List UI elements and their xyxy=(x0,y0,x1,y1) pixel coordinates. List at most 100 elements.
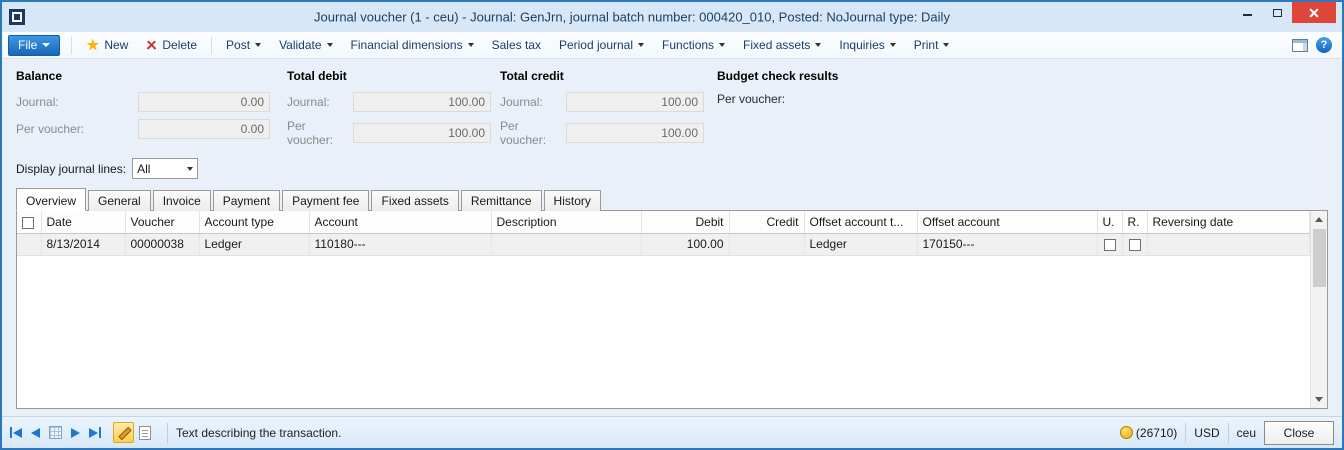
debit-journal-label: Journal: xyxy=(287,95,353,109)
help-button[interactable] xyxy=(1316,37,1332,53)
credit-per-voucher-field: 100.00 xyxy=(566,123,704,143)
cell-voucher[interactable]: 00000038 xyxy=(125,233,199,255)
scrollbar-thumb[interactable] xyxy=(1313,229,1326,287)
period-journal-label: Period journal xyxy=(559,38,633,52)
functions-menu[interactable]: Functions xyxy=(653,34,734,56)
table-row[interactable]: 8/13/2014 00000038 Ledger 110180--- 100.… xyxy=(17,233,1310,255)
window-layout-icon xyxy=(1292,39,1308,52)
tab-strip: Overview General Invoice Payment Payment… xyxy=(16,188,1328,210)
column-header-offset-account-type[interactable]: Offset account t... xyxy=(804,211,917,233)
chevron-down-icon xyxy=(890,43,896,47)
scroll-up-button[interactable] xyxy=(1311,211,1328,228)
sales-tax-label: Sales tax xyxy=(492,38,541,52)
financial-dimensions-menu[interactable]: Financial dimensions xyxy=(342,34,483,56)
column-header-debit[interactable]: Debit xyxy=(641,211,729,233)
cell-offset-account[interactable]: 170150--- xyxy=(917,233,1097,255)
grid-header-row: Date Voucher Account type Account Descri… xyxy=(17,211,1310,233)
r-checkbox[interactable] xyxy=(1129,239,1141,251)
new-button[interactable]: New xyxy=(77,34,137,56)
edit-mode-toggle[interactable] xyxy=(113,422,134,443)
fixed-assets-menu[interactable]: Fixed assets xyxy=(734,34,830,56)
next-record-button[interactable] xyxy=(71,428,80,438)
period-journal-menu[interactable]: Period journal xyxy=(550,34,653,56)
arrow-right-icon xyxy=(71,428,80,438)
last-record-icon xyxy=(99,427,101,438)
tab-fixed-assets[interactable]: Fixed assets xyxy=(371,190,458,211)
post-menu-label: Post xyxy=(226,38,250,52)
post-menu[interactable]: Post xyxy=(217,34,270,56)
budget-per-voucher-label: Per voucher: xyxy=(717,92,785,106)
tab-history[interactable]: History xyxy=(544,190,601,211)
close-button[interactable]: Close xyxy=(1264,421,1334,445)
maximize-button[interactable] xyxy=(1262,2,1292,23)
cell-description[interactable] xyxy=(491,233,641,255)
window-title: Journal voucher (1 - ceu) - Journal: Gen… xyxy=(42,10,1222,25)
debit-journal-field: 100.00 xyxy=(353,92,491,112)
column-header-account[interactable]: Account xyxy=(309,211,491,233)
company-indicator[interactable]: ceu xyxy=(1237,426,1256,440)
currency-indicator[interactable]: USD xyxy=(1194,426,1219,440)
cell-account-type[interactable]: Ledger xyxy=(199,233,309,255)
tab-payment-fee[interactable]: Payment fee xyxy=(282,190,369,211)
cell-u-checkbox xyxy=(1097,233,1122,255)
validate-menu[interactable]: Validate xyxy=(270,34,341,56)
tab-invoice[interactable]: Invoice xyxy=(153,190,211,211)
arrow-up-icon xyxy=(1315,217,1323,222)
minimize-button[interactable] xyxy=(1232,2,1262,23)
display-journal-lines-select[interactable]: All xyxy=(132,158,198,179)
select-all-checkbox[interactable] xyxy=(22,217,34,229)
delete-x-icon xyxy=(146,40,157,51)
cell-r-checkbox xyxy=(1122,233,1147,255)
journal-voucher-window: Journal voucher (1 - ceu) - Journal: Gen… xyxy=(0,0,1344,450)
vertical-scrollbar[interactable] xyxy=(1310,211,1327,408)
debit-per-voucher-field: 100.00 xyxy=(353,123,491,143)
cell-reversing-date[interactable] xyxy=(1147,233,1310,255)
layout-button[interactable] xyxy=(1292,39,1308,52)
last-record-button[interactable] xyxy=(89,427,101,438)
print-label: Print xyxy=(914,38,939,52)
notification-count[interactable]: (26710) xyxy=(1136,426,1177,440)
app-icon xyxy=(9,9,25,25)
chevron-down-icon xyxy=(638,43,644,47)
cell-date[interactable]: 8/13/2014 xyxy=(41,233,125,255)
print-menu[interactable]: Print xyxy=(905,34,959,56)
tab-payment[interactable]: Payment xyxy=(213,190,280,211)
chevron-down-icon xyxy=(943,43,949,47)
arrow-left-icon xyxy=(13,428,22,438)
cell-account[interactable]: 110180--- xyxy=(309,233,491,255)
delete-button[interactable]: Delete xyxy=(137,34,206,56)
tab-remittance[interactable]: Remittance xyxy=(461,190,542,211)
close-window-button[interactable] xyxy=(1292,2,1336,23)
journal-lines-table: Date Voucher Account type Account Descri… xyxy=(17,211,1310,256)
column-header-credit[interactable]: Credit xyxy=(729,211,804,233)
column-header-u[interactable]: U. xyxy=(1097,211,1122,233)
first-record-button[interactable] xyxy=(10,427,22,438)
inquiries-menu[interactable]: Inquiries xyxy=(830,34,904,56)
chevron-down-icon xyxy=(327,43,333,47)
validate-menu-label: Validate xyxy=(279,38,321,52)
cell-offset-account-type[interactable]: Ledger xyxy=(804,233,917,255)
alert-bell-icon[interactable] xyxy=(1120,426,1133,439)
display-journal-lines-value: All xyxy=(137,162,150,176)
previous-record-button[interactable] xyxy=(31,428,40,438)
grid-view-icon[interactable] xyxy=(49,426,62,439)
column-header-reversing-date[interactable]: Reversing date xyxy=(1147,211,1310,233)
column-header-r[interactable]: R. xyxy=(1122,211,1147,233)
toolbar-separator xyxy=(211,36,212,54)
column-header-description[interactable]: Description xyxy=(491,211,641,233)
column-header-voucher[interactable]: Voucher xyxy=(125,211,199,233)
u-checkbox[interactable] xyxy=(1104,239,1116,251)
column-header-offset-account[interactable]: Offset account xyxy=(917,211,1097,233)
cell-debit[interactable]: 100.00 xyxy=(641,233,729,255)
column-header-account-type[interactable]: Account type xyxy=(199,211,309,233)
tab-overview[interactable]: Overview xyxy=(16,188,86,211)
total-credit-header: Total credit xyxy=(500,69,717,83)
clipboard-icon[interactable] xyxy=(139,426,151,440)
tab-general[interactable]: General xyxy=(88,190,151,211)
row-selector-cell[interactable] xyxy=(17,233,41,255)
column-header-date[interactable]: Date xyxy=(41,211,125,233)
scroll-down-button[interactable] xyxy=(1311,391,1328,408)
sales-tax-button[interactable]: Sales tax xyxy=(483,34,550,56)
file-menu-button[interactable]: File xyxy=(8,35,60,56)
cell-credit[interactable] xyxy=(729,233,804,255)
